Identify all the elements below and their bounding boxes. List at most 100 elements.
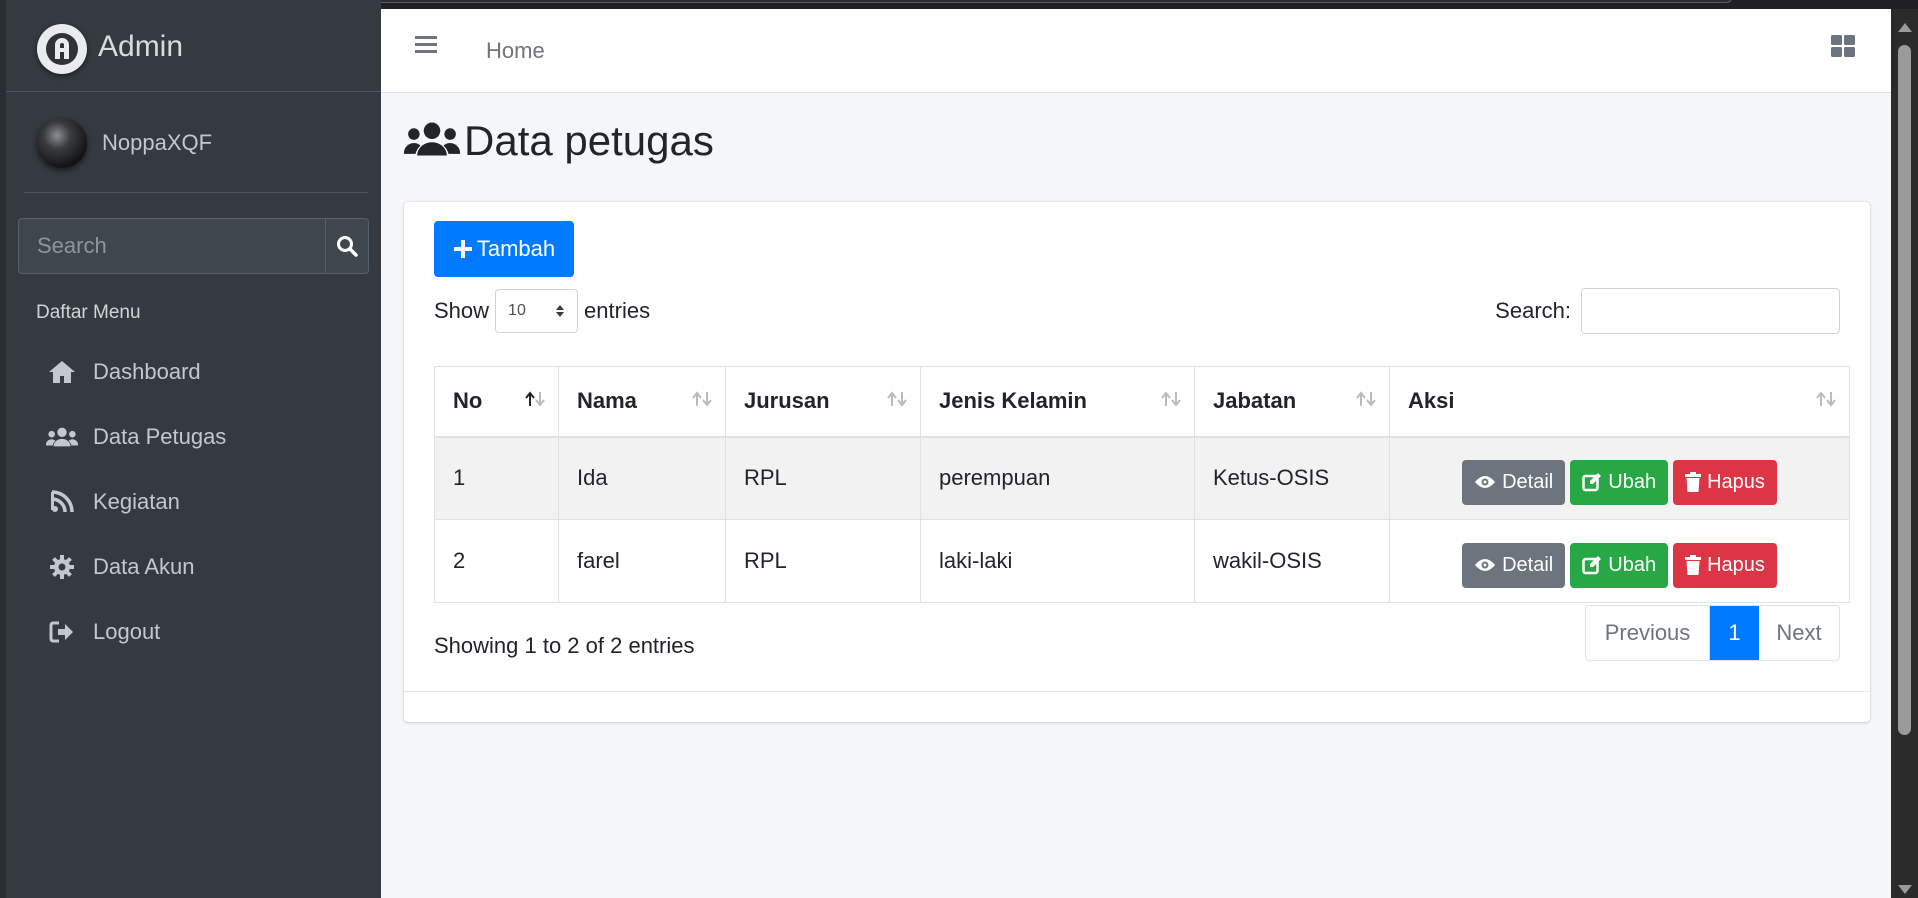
table-info: Showing 1 to 2 of 2 entries — [434, 633, 695, 658]
home-link[interactable]: Home — [486, 38, 545, 64]
content-wrapper: Home Data petugas Tambah Show 10 entries… — [381, 9, 1891, 898]
card-footer-divider — [404, 691, 1870, 692]
detail-label: Detail — [1502, 553, 1554, 576]
cell-jurusan: RPL — [725, 519, 921, 603]
delete-label: Hapus — [1707, 470, 1765, 493]
scroll-down-icon[interactable] — [1898, 885, 1912, 894]
sort-icon — [886, 391, 908, 407]
cell-aksi: Detail Ubah Hapus — [1389, 519, 1850, 603]
col-header-label: Jenis Kelamin — [939, 388, 1087, 414]
delete-button[interactable]: Hapus — [1673, 542, 1777, 588]
edit-icon — [1582, 472, 1602, 492]
add-button[interactable]: Tambah — [434, 221, 574, 277]
gear-icon — [46, 554, 78, 580]
cell-no: 1 — [434, 436, 559, 520]
col-header-label: Jurusan — [744, 388, 830, 414]
sidebar-item-dashboard[interactable]: Dashboard — [30, 346, 370, 398]
edit-button[interactable]: Ubah — [1570, 459, 1669, 505]
delete-button[interactable]: Hapus — [1673, 459, 1777, 505]
col-header-label: Jabatan — [1213, 388, 1297, 414]
brand-title: Admin — [98, 30, 184, 63]
col-header-jabatan[interactable]: Jabatan — [1194, 366, 1390, 438]
cell-aksi: Detail Ubah Hapus — [1389, 436, 1850, 520]
sort-icon — [1355, 391, 1377, 407]
entries-length: Show 10 entries — [434, 289, 650, 333]
sidebar-item-label: Data Petugas — [93, 424, 227, 449]
add-button-label: Tambah — [476, 236, 556, 261]
cell-jenis-kelamin: perempuan — [920, 436, 1195, 520]
table-search: Search: — [1495, 288, 1840, 334]
users-icon — [46, 425, 78, 449]
sidebar-item-logout[interactable]: Logout — [30, 606, 370, 658]
pagination: Previous 1 Next — [1585, 605, 1840, 661]
table-row: 1 Ida RPL perempuan Ketus-OSIS Detail Ub… — [434, 436, 1850, 520]
entries-select-value: 10 — [508, 302, 526, 319]
edit-label: Ubah — [1608, 553, 1657, 576]
scrollbar[interactable] — [1891, 9, 1918, 898]
sidebar-search-input[interactable] — [19, 219, 325, 273]
sort-icon — [1160, 391, 1182, 407]
user-panel[interactable]: NoppaXQF — [24, 92, 368, 193]
previous-button[interactable]: Previous — [1586, 606, 1710, 660]
col-header-jurusan[interactable]: Jurusan — [725, 366, 921, 438]
sidebar-item-kegiatan[interactable]: Kegiatan — [30, 476, 370, 528]
show-label: Show — [434, 298, 490, 323]
col-header-aksi[interactable]: Aksi — [1389, 366, 1850, 438]
table-search-label: Search: — [1495, 298, 1571, 323]
sort-asc-icon — [524, 391, 546, 407]
data-table: No Nama Jurusan Jenis Kelamin Jabatan Ak… — [434, 366, 1850, 603]
col-header-jenis-kelamin[interactable]: Jenis Kelamin — [920, 366, 1195, 438]
entries-select[interactable]: 10 — [495, 289, 579, 333]
eye-icon — [1474, 474, 1496, 490]
cell-jabatan: wakil-OSIS — [1194, 519, 1390, 603]
cell-nama: Ida — [558, 436, 726, 520]
plus-icon — [453, 239, 473, 259]
entries-label: entries — [584, 298, 651, 323]
detail-button[interactable]: Detail — [1462, 542, 1566, 588]
sidebar-item-label: Logout — [93, 619, 161, 644]
col-header-no[interactable]: No — [434, 366, 559, 438]
cell-nama: farel — [558, 519, 726, 603]
table-search-input[interactable] — [1581, 288, 1840, 334]
edit-button[interactable]: Ubah — [1570, 542, 1669, 588]
col-header-nama[interactable]: Nama — [558, 366, 726, 438]
delete-label: Hapus — [1707, 553, 1765, 576]
rss-icon — [46, 489, 78, 515]
cell-jurusan: RPL — [725, 436, 921, 520]
page-1-button[interactable]: 1 — [1710, 606, 1759, 660]
col-header-label: Aksi — [1408, 388, 1455, 414]
sidebar-item-label: Dashboard — [93, 359, 201, 384]
cell-no: 2 — [434, 519, 559, 603]
sidebar-item-data-petugas[interactable]: Data Petugas — [30, 411, 370, 463]
sidebar-search-button[interactable] — [325, 219, 368, 273]
select-arrows-icon — [556, 305, 565, 317]
eye-icon — [1474, 557, 1496, 573]
user-name[interactable]: NoppaXQF — [102, 130, 212, 156]
page-title: Data petugas — [464, 117, 714, 164]
col-header-label: No — [453, 388, 483, 414]
col-header-label: Nama — [577, 388, 637, 414]
edit-icon — [1582, 555, 1602, 575]
table-row: 2 farel RPL laki-laki wakil-OSIS Detail — [434, 519, 1850, 603]
data-card: Tambah Show 10 entries Search: No Nama J… — [404, 202, 1870, 722]
brand-link[interactable]: Admin — [6, 9, 381, 92]
sidebar-item-data-akun[interactable]: Data Akun — [30, 541, 370, 593]
search-icon — [337, 236, 358, 257]
sort-icon — [691, 391, 713, 407]
sort-icon — [1815, 391, 1837, 407]
edit-label: Ubah — [1608, 470, 1657, 493]
cell-jenis-kelamin: laki-laki — [920, 519, 1195, 603]
next-button[interactable]: Next — [1759, 606, 1839, 660]
scroll-up-icon[interactable] — [1898, 23, 1912, 32]
detail-button[interactable]: Detail — [1462, 459, 1566, 505]
sidebar: Admin NoppaXQF Daftar Menu Dashboard Dat… — [0, 0, 381, 898]
avatar — [37, 118, 87, 168]
scrollbar-thumb[interactable] — [1898, 45, 1911, 735]
top-navbar: Home — [381, 9, 1891, 93]
hamburger-icon[interactable] — [415, 35, 437, 60]
detail-label: Detail — [1502, 470, 1554, 493]
fullscreen-grid-icon[interactable] — [1830, 34, 1856, 63]
logout-icon — [46, 620, 78, 644]
sidebar-item-label: Kegiatan — [93, 489, 180, 514]
trash-icon — [1685, 472, 1702, 493]
